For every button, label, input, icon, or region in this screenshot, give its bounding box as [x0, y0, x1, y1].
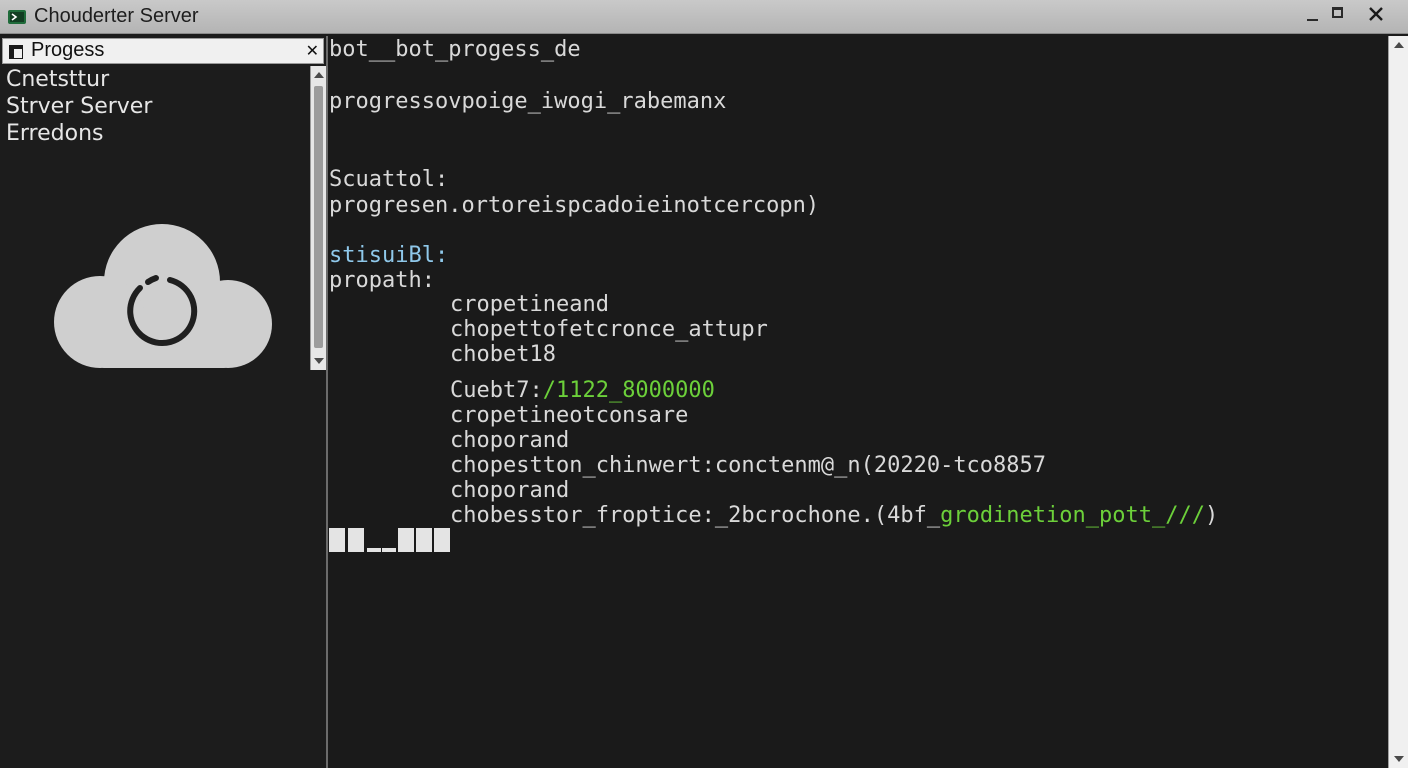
- minimize-icon[interactable]: [1300, 0, 1326, 30]
- list-item[interactable]: Erredons: [6, 120, 152, 147]
- scroll-up-icon[interactable]: [1394, 42, 1404, 48]
- cloud-loading-icon: [54, 224, 272, 368]
- console-line: choporand: [450, 478, 570, 503]
- panel-list: Cnetsttur Strver Server Erredons: [6, 66, 152, 147]
- console-line: Cuebt7:/1122_8000000: [450, 378, 715, 404]
- maximize-icon[interactable]: [1326, 0, 1352, 30]
- console-line: chobesstor_froptice:_2bcrochone.(4bf_gro…: [450, 503, 1218, 529]
- window-icon: [9, 45, 23, 59]
- console-value: /1122_8000000: [542, 378, 715, 403]
- console-output[interactable]: bot__bot_progess_de progressovpoige_iwog…: [328, 36, 1388, 768]
- scroll-thumb[interactable]: [314, 86, 323, 348]
- console-line: Scuattol:: [329, 167, 449, 192]
- console-text: ): [1204, 503, 1219, 528]
- console-line: propath:: [329, 268, 435, 293]
- console-line: chobet18: [450, 342, 556, 367]
- panel-tab-label: Progess: [31, 39, 105, 61]
- close-icon[interactable]: [1356, 0, 1396, 30]
- console-value: grodinetion_pott_///: [940, 503, 1205, 528]
- panel-scrollbar[interactable]: [310, 66, 326, 370]
- scroll-down-icon[interactable]: [314, 358, 324, 364]
- panel-tab-progess[interactable]: Progess ✕: [2, 38, 324, 64]
- console-scrollbar[interactable]: [1388, 36, 1408, 768]
- scroll-up-icon[interactable]: [314, 72, 324, 78]
- console-line: chopestton_chinwert:conctenm@_n(20220-tc…: [450, 453, 1047, 478]
- window-title: Chouderter Server: [34, 5, 199, 27]
- console-key: Cuebt7:: [450, 378, 543, 403]
- console-line: chopettofetcronce_attupr: [450, 317, 768, 342]
- list-item[interactable]: Cnetsttur: [6, 66, 152, 93]
- panel-close-icon[interactable]: ✕: [306, 42, 319, 60]
- console-text: chobesstor_froptice:_2bcrochone.(4bf_: [450, 503, 941, 528]
- scroll-down-icon[interactable]: [1394, 756, 1404, 762]
- console-line: progresen.ortoreispcadoieinotcercopn): [329, 193, 820, 218]
- title-bar: Chouderter Server: [0, 0, 1408, 34]
- console-line: progressovpoige_iwogi_rabemanx: [329, 89, 727, 114]
- terminal-app-icon: [8, 10, 26, 24]
- console-label: stisuiBl:: [329, 243, 449, 268]
- console-line: bot__bot_progess_de: [329, 37, 581, 62]
- process-panel: Progess ✕ Cnetsttur Strver Server Erredo…: [0, 36, 328, 768]
- console-line: cropetineand: [450, 292, 609, 317]
- list-item[interactable]: Strver Server: [6, 93, 152, 120]
- console-line: choporand: [450, 428, 570, 453]
- console-line: cropetineotconsare: [450, 403, 689, 428]
